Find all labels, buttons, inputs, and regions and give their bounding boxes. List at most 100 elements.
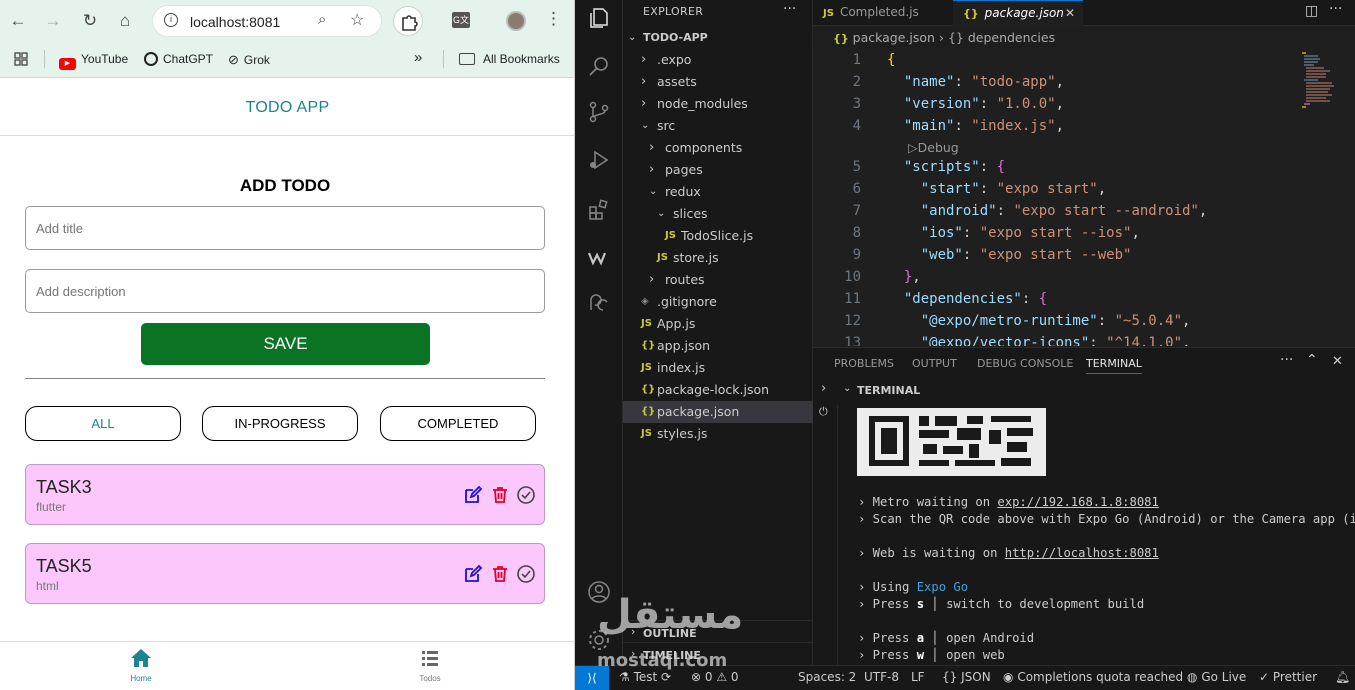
metro-url-link[interactable]: exp://192.168.1.8:8081 [997,495,1158,509]
home-icon[interactable]: ⌂ [114,10,136,32]
encoding-status[interactable]: UTF-8 [864,670,899,684]
bookmark-grok[interactable]: ⊘ Grok [228,52,270,68]
edit-icon[interactable] [463,485,483,505]
tab-home[interactable]: Home [111,648,171,683]
complete-icon[interactable] [516,564,536,584]
tab-completed-js[interactable]: JS Completed.js [813,0,953,26]
more-actions-icon[interactable]: ··· [1329,1,1342,17]
debug-codelens[interactable]: ▷Debug [908,140,959,155]
more-actions-icon[interactable]: ··· [1280,352,1293,368]
tree-file[interactable]: JS App.js [623,313,813,335]
source-control-icon[interactable] [587,100,611,124]
code-line: "version": "1.0.0", [903,96,1065,112]
tab-problems[interactable]: PROBLEMS [834,357,894,370]
breadcrumb-item[interactable]: package.json [853,30,935,45]
completions-status[interactable]: ◉ Completions quota reached [1003,670,1183,684]
all-bookmarks[interactable]: All Bookmarks [459,52,560,66]
tree-file[interactable]: JS index.js [623,357,813,379]
delete-icon[interactable] [490,564,510,584]
prettier-status[interactable]: ✓ Prettier [1259,670,1317,684]
complete-icon[interactable] [516,485,536,505]
eol-status[interactable]: LF [911,670,925,684]
more-actions-icon[interactable]: ··· [783,1,796,17]
star-icon[interactable]: ☆ [350,10,364,30]
project-root[interactable]: ⌄ TODO-APP [623,27,813,49]
site-info-icon[interactable]: i [164,13,178,27]
minimap[interactable] [1300,50,1340,110]
tree-file[interactable]: JS store.js [623,247,813,269]
tab-terminal[interactable]: TERMINAL [1086,357,1142,374]
tree-folder[interactable]: › .expo [623,49,813,71]
delete-icon[interactable] [490,485,510,505]
tree-folder[interactable]: ⌄ redux [623,181,813,203]
split-editor-icon[interactable]: ◫ [1305,3,1318,19]
back-icon[interactable]: ← [7,10,29,32]
reload-icon[interactable]: ↻ [79,10,101,32]
chevron-right-icon: › [649,162,655,177]
tree-file[interactable]: ◈ .gitignore [623,291,813,313]
extensions-icon[interactable] [587,198,611,222]
forward-icon[interactable]: → [42,10,64,32]
code-line: "ios": "expo start --ios", [920,225,1140,241]
zoom-icon[interactable]: ⌕ [318,11,326,28]
avatar[interactable] [506,11,526,31]
chevron-right-icon[interactable]: › [821,381,826,396]
line-number: 11 [844,291,861,307]
tab-debug-console[interactable]: DEBUG CONSOLE [977,357,1073,370]
tree-folder[interactable]: ⌄ slices [623,203,813,225]
go-live-status[interactable]: ◍ Go Live [1187,670,1246,684]
tree-file[interactable]: {} package.json [623,401,813,423]
translate-icon[interactable]: G文 [452,12,470,28]
menu-icon[interactable]: ⋮ [545,9,562,29]
tab-output[interactable]: OUTPUT [912,357,957,370]
save-button[interactable]: SAVE [141,323,430,365]
tree-folder[interactable]: ⌄ src [623,115,813,137]
indentation-status[interactable]: Spaces: 2 [798,670,856,684]
extensions-icon[interactable] [393,6,423,36]
code-line: "name": "todo-app", [903,74,1065,90]
address-bar[interactable]: i localhost:8081 ⌕ ☆ [152,5,382,37]
tree-folder[interactable]: › routes [623,269,813,291]
run-debug-icon[interactable] [587,148,611,172]
tab-todos-label: Todos [419,674,441,683]
description-input[interactable] [25,269,545,313]
close-icon[interactable]: ✕ [1065,1,1075,25]
wallaby-icon[interactable] [587,246,611,270]
bookmark-chatgpt[interactable]: ChatGPT [144,52,213,66]
tab-package-json[interactable]: {} package.json ✕ [953,0,1083,26]
tree-folder[interactable]: › assets [623,71,813,93]
maximize-panel-icon[interactable]: ⌃ [1306,352,1318,368]
test-status[interactable]: ⚗ Test ⟳ [619,670,671,684]
tree-file[interactable]: JS styles.js [623,423,813,445]
tree-folder[interactable]: › pages [623,159,813,181]
filter-all-button[interactable]: ALL [25,406,181,441]
apps-grid-icon[interactable] [14,52,28,66]
tree-file[interactable]: {} app.json [623,335,813,357]
tab-todos[interactable]: Todos [400,648,460,683]
tree-folder[interactable]: › node_modules [623,93,813,115]
search-icon[interactable] [587,54,611,78]
terminal-plug-icon[interactable]: ⏻ [819,405,828,419]
breadcrumb-item[interactable]: {} dependencies [948,30,1055,45]
tree-folder[interactable]: › components [623,137,813,159]
web-url-link[interactable]: http://localhost:8081 [1005,546,1159,560]
js-file-icon: JS [641,428,652,439]
edit-icon[interactable] [463,564,483,584]
filter-completed-button[interactable]: COMPLETED [380,406,536,441]
bookmark-youtube[interactable]: ▶ YouTube [59,52,128,70]
close-panel-icon[interactable]: ✕ [1332,354,1343,369]
problems-status[interactable]: ⊗ 0 ⚠ 0 [691,670,739,684]
filter-in-progress-button[interactable]: IN-PROGRESS [202,406,358,441]
notifications-icon[interactable]: 🔔︎ [1335,670,1350,684]
pg-icon[interactable] [587,292,611,316]
code-editor[interactable]: 1 2 3 4 5 6 7 8 9 10 11 12 13 { "name": … [813,48,1355,346]
chevron-down-icon[interactable]: ⌄ [843,383,851,394]
language-status[interactable]: {} JSON [942,670,991,684]
terminal-text: › Web is waiting on [858,546,1005,560]
tree-file[interactable]: {} package-lock.json [623,379,813,401]
title-input[interactable] [25,206,545,250]
explorer-icon[interactable] [587,6,611,30]
terminal-output[interactable]: › Metro waiting on exp://192.168.1.8:808… [845,400,1355,665]
more-bookmarks-icon[interactable]: » [414,49,422,66]
tree-file[interactable]: JS TodoSlice.js [623,225,813,247]
